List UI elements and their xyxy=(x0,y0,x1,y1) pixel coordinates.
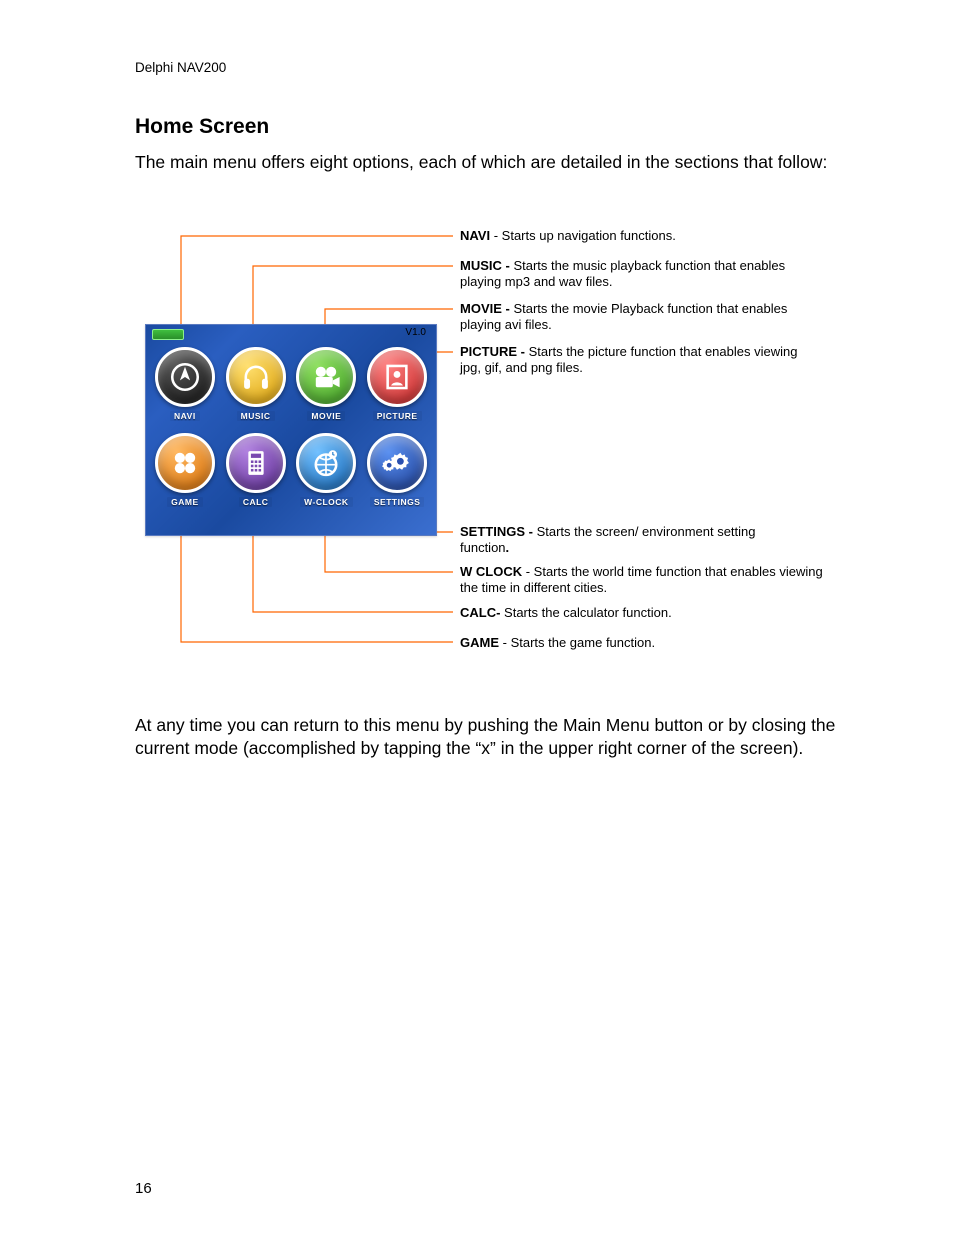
app-label: MOVIE xyxy=(307,411,345,421)
page-number: 16 xyxy=(135,1180,152,1197)
callout-music: MUSIC - Starts the music playback functi… xyxy=(460,258,820,291)
app-label: NAVI xyxy=(170,411,200,421)
callout-settings: SETTINGS - Starts the screen/ environmen… xyxy=(460,524,760,557)
section-heading: Home Screen xyxy=(135,115,844,139)
app-label: PICTURE xyxy=(373,411,422,421)
callout-game: GAME - Starts the game function. xyxy=(460,635,820,651)
app-label: CALC xyxy=(239,497,273,507)
app-wclock[interactable]: W-CLOCK xyxy=(293,433,361,507)
app-label: MUSIC xyxy=(237,411,275,421)
callout-picture: PICTURE - Starts the picture function th… xyxy=(460,344,820,377)
game-icon xyxy=(155,433,215,493)
callout-wclock: W CLOCK - Starts the world time function… xyxy=(460,564,840,597)
app-navi[interactable]: NAVI xyxy=(151,347,219,421)
app-movie[interactable]: MOVIE xyxy=(293,347,361,421)
app-game[interactable]: GAME xyxy=(151,433,219,507)
device-screenshot: V1.0 NAVI MUSIC xyxy=(145,324,437,536)
app-label: GAME xyxy=(167,497,203,507)
gears-icon xyxy=(367,433,427,493)
outro-paragraph: At any time you can return to this menu … xyxy=(135,714,844,760)
intro-paragraph: The main menu offers eight options, each… xyxy=(135,151,844,174)
document-header: Delphi NAV200 xyxy=(135,60,844,75)
app-label: W-CLOCK xyxy=(300,497,352,507)
app-calc[interactable]: CALC xyxy=(222,433,290,507)
callout-movie: MOVIE - Starts the movie Playback functi… xyxy=(460,301,830,334)
headphones-icon xyxy=(226,347,286,407)
callout-navi: NAVI - Starts up navigation functions. xyxy=(460,228,820,244)
home-screen-figure: V1.0 NAVI MUSIC xyxy=(135,224,844,664)
camcorder-icon xyxy=(296,347,356,407)
app-picture[interactable]: PICTURE xyxy=(363,347,431,421)
battery-icon xyxy=(152,329,184,340)
app-music[interactable]: MUSIC xyxy=(222,347,290,421)
portrait-icon xyxy=(367,347,427,407)
version-label: V1.0 xyxy=(405,327,426,338)
compass-icon xyxy=(155,347,215,407)
callout-calc: CALC- Starts the calculator function. xyxy=(460,605,820,621)
calculator-icon xyxy=(226,433,286,493)
app-label: SETTINGS xyxy=(370,497,425,507)
globe-clock-icon xyxy=(296,433,356,493)
app-settings[interactable]: SETTINGS xyxy=(363,433,431,507)
